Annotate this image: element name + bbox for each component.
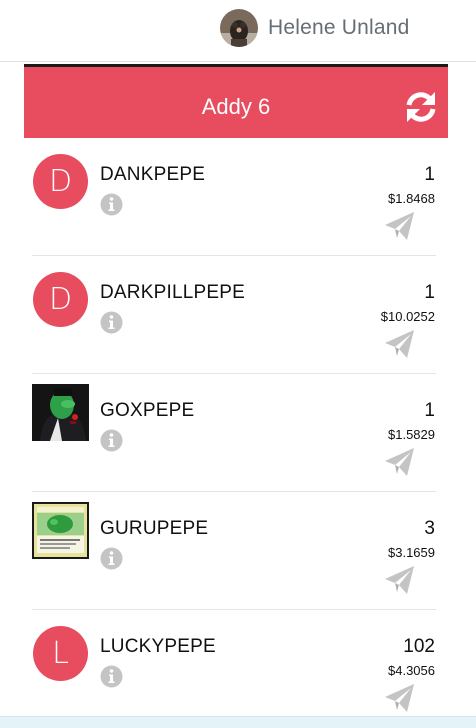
asset-quantity: 1 [424,282,435,303]
asset-quantity: 102 [403,636,435,657]
send-icon[interactable] [383,565,416,595]
asset-name: GURUPEPE [100,518,209,539]
asset-quantity: 1 [424,164,435,185]
asset-value: $10.0252 [380,309,435,324]
gurupepe-card-image [32,502,89,559]
refresh-icon[interactable] [404,90,438,124]
info-icon[interactable] [100,547,123,570]
wallet-title: Addy 6 [201,94,271,119]
asset-value: $1.5829 [388,427,435,442]
send-icon[interactable] [383,683,416,713]
asset-quantity: 3 [424,518,435,539]
user-name: Helene Unland [268,16,410,39]
asset-name: GOXPEPE [100,400,195,421]
user-menu[interactable]: Helene Unland [220,9,410,47]
info-icon[interactable] [100,193,123,216]
asset-row[interactable]: GURUPEPE 3 $3.1659 [0,492,476,610]
send-icon[interactable] [383,211,416,241]
send-icon[interactable] [383,329,416,359]
asset-letter-icon: D [33,154,88,209]
asset-row[interactable]: D DANKPEPE 1 $1.8468 [0,138,476,256]
asset-row[interactable]: GOXPEPE 1 $1.5829 [0,374,476,492]
asset-letter-icon: D [33,272,88,327]
asset-value: $1.8468 [388,191,435,206]
wallet-header: Addy 6 [24,64,448,138]
info-icon[interactable] [100,665,123,688]
asset-quantity: 1 [424,400,435,421]
asset-name: LUCKYPEPE [100,636,216,657]
info-icon[interactable] [100,311,123,334]
top-bar: Helene Unland [0,0,476,62]
asset-row[interactable]: D DARKPILLPEPE 1 $10.0252 [0,256,476,374]
user-avatar [220,9,258,47]
info-icon[interactable] [100,429,123,452]
asset-letter-icon: L [33,626,88,681]
asset-row[interactable]: L LUCKYPEPE 102 $4.3056 [0,610,476,728]
asset-value: $4.3056 [388,663,435,678]
asset-name: DANKPEPE [100,164,206,185]
asset-name: DARKPILLPEPE [100,282,245,303]
send-icon[interactable] [383,447,416,477]
asset-value: $3.1659 [388,545,435,560]
bottom-bar [0,716,476,728]
goxpepe-card-image [32,384,89,441]
